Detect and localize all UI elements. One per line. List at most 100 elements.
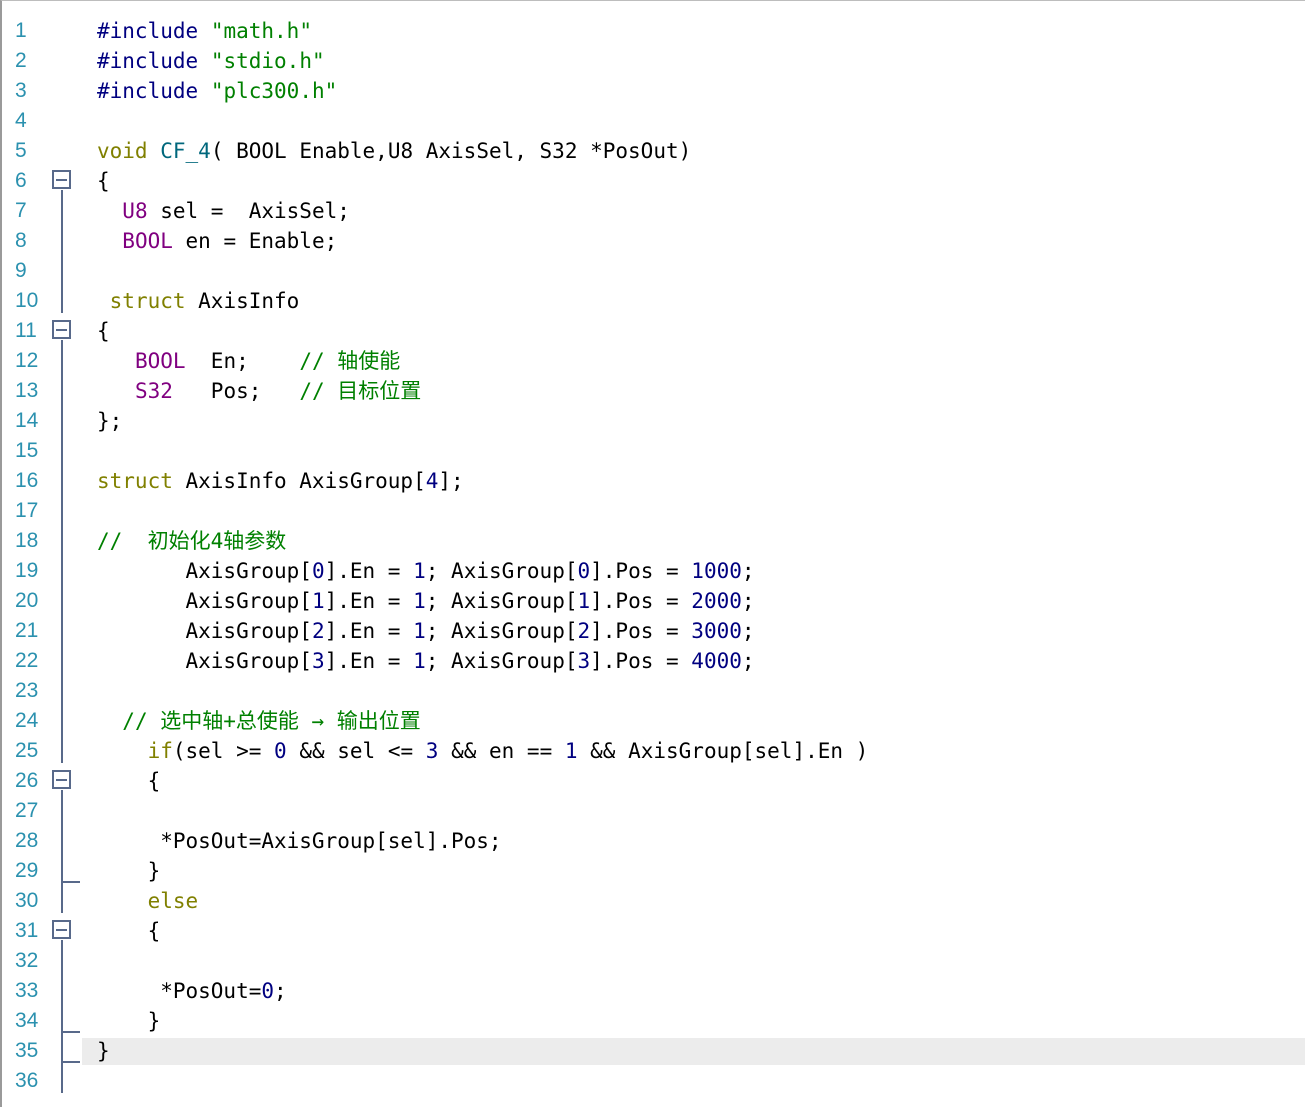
code-line[interactable]: 12 BOOL En; // 轴使能 [2, 346, 1305, 376]
code-token: Pos; [172, 379, 300, 403]
code-text: { [97, 766, 161, 796]
collapse-icon[interactable] [52, 920, 71, 939]
code-line[interactable]: 28 *PosOut=AxisGroup[sel].Pos; [2, 826, 1305, 856]
code-token: // 初始化4轴参数 [97, 529, 287, 553]
code-line[interactable]: 29 } [2, 856, 1305, 886]
code-line[interactable]: 17 [2, 496, 1305, 526]
code-token: #include [97, 49, 199, 73]
line-number: 31 [15, 919, 39, 942]
code-line[interactable]: 8 BOOL en = Enable; [2, 226, 1305, 256]
code-token: }; [97, 409, 123, 433]
code-text: *PosOut=0; [97, 976, 286, 1006]
code-token: 1 [311, 589, 325, 613]
code-line[interactable]: 35} [2, 1036, 1305, 1066]
code-line[interactable]: 34 } [2, 1006, 1305, 1036]
code-line[interactable]: 7 U8 sel = AxisSel; [2, 196, 1305, 226]
code-line[interactable]: 31 { [2, 916, 1305, 946]
line-number: 36 [15, 1069, 39, 1092]
code-text: #include "math.h" [97, 16, 312, 46]
code-token: AxisInfo [185, 289, 300, 313]
code-token: "plc300.h" [210, 79, 338, 103]
code-token: AxisGroup[ [97, 649, 312, 673]
code-line[interactable]: 30 else [2, 886, 1305, 916]
code-line[interactable]: 11 { [2, 316, 1305, 346]
code-token: // 轴使能 [299, 349, 401, 373]
line-number: 7 [15, 199, 27, 222]
code-line[interactable]: 19 AxisGroup[0].En = 1; AxisGroup[0].Pos… [2, 556, 1305, 586]
line-number: 9 [15, 259, 27, 282]
code-line[interactable]: 25 if(sel >= 0 && sel <= 3 && en == 1 &&… [2, 736, 1305, 766]
code-line[interactable]: 1 #include "math.h" [2, 16, 1305, 46]
code-line[interactable]: 20 AxisGroup[1].En = 1; AxisGroup[1].Pos… [2, 586, 1305, 616]
code-line[interactable]: 13 S32 Pos; // 目标位置 [2, 376, 1305, 406]
code-token: 1 [564, 739, 578, 763]
code-line[interactable]: 4 [2, 106, 1305, 136]
code-line[interactable]: 5 void CF_4( BOOL Enable,U8 AxisSel, S32 … [2, 136, 1305, 166]
code-line[interactable]: 33 *PosOut=0; [2, 976, 1305, 1006]
code-token: ]; [438, 469, 464, 493]
line-number: 34 [15, 1009, 39, 1032]
code-token: 2000 [691, 589, 742, 613]
line-number: 21 [15, 619, 39, 642]
code-line[interactable]: 26 { [2, 766, 1305, 796]
line-number: 27 [15, 799, 39, 822]
code-token: AxisInfo AxisGroup[ [172, 469, 426, 493]
code-token: ].En = [324, 589, 414, 613]
code-line[interactable]: 36 [2, 1066, 1305, 1096]
code-line[interactable]: 27 [2, 796, 1305, 826]
line-number: 13 [15, 379, 39, 402]
code-text: } [97, 856, 161, 886]
code-line[interactable]: 2 #include "stdio.h" [2, 46, 1305, 76]
code-line[interactable]: 32 [2, 946, 1305, 976]
code-token: { [97, 769, 161, 793]
code-token: } [97, 859, 161, 883]
code-token: en = Enable; [172, 229, 338, 253]
code-token: BOOL [134, 349, 186, 373]
code-line[interactable]: 14}; [2, 406, 1305, 436]
code-text: } [97, 1006, 161, 1036]
code-line[interactable]: 3 #include "plc300.h" [2, 76, 1305, 106]
code-text: S32 Pos; // 目标位置 [97, 376, 421, 406]
code-token: 1000 [691, 559, 742, 583]
code-text: AxisGroup[1].En = 1; AxisGroup[1].Pos = … [97, 586, 755, 616]
code-token: sel = AxisSel; [147, 199, 350, 223]
code-line[interactable]: 18 // 初始化4轴参数 [2, 526, 1305, 556]
code-line[interactable]: 16 struct AxisInfo AxisGroup[4]; [2, 466, 1305, 496]
code-line[interactable]: 15 [2, 436, 1305, 466]
collapse-icon[interactable] [52, 320, 71, 339]
line-number: 29 [15, 859, 39, 882]
code-token: && en == [438, 739, 565, 763]
code-token: { [97, 169, 110, 193]
code-token: U8 [122, 199, 148, 223]
code-text: AxisGroup[2].En = 1; AxisGroup[2].Pos = … [97, 616, 755, 646]
code-token: #include [97, 19, 199, 43]
code-line[interactable]: 23 [2, 676, 1305, 706]
code-token: 0 [577, 559, 591, 583]
code-line[interactable]: 21 AxisGroup[2].En = 1; AxisGroup[2].Pos… [2, 616, 1305, 646]
code-token: "math.h" [210, 19, 312, 43]
code-token: AxisGroup[ [97, 589, 312, 613]
code-line[interactable]: 9 [2, 256, 1305, 286]
code-token: ; AxisGroup[ [425, 619, 578, 643]
code-line[interactable]: 6{ [2, 166, 1305, 196]
line-number: 22 [15, 649, 39, 672]
collapse-icon[interactable] [52, 170, 71, 189]
collapse-icon[interactable] [52, 770, 71, 789]
code-line[interactable]: 24 // 选中轴+总使能 → 输出位置 [2, 706, 1305, 736]
code-token: 3 [311, 649, 325, 673]
code-text: // 选中轴+总使能 → 输出位置 [97, 706, 421, 736]
code-token: && AxisGroup[sel].En ) [577, 739, 869, 763]
code-text: }; [97, 406, 122, 436]
code-line[interactable]: 10 struct AxisInfo [2, 286, 1305, 316]
code-token: ; AxisGroup[ [425, 559, 578, 583]
line-number: 26 [15, 769, 39, 792]
code-token: ; AxisGroup[ [425, 589, 578, 613]
code-editor[interactable]: 1 #include "math.h" 2 #include "stdio.h" 3 #i… [0, 0, 1305, 1107]
code-token: "stdio.h" [210, 49, 325, 73]
code-line[interactable]: 22 AxisGroup[3].En = 1; AxisGroup[3].Pos… [2, 646, 1305, 676]
